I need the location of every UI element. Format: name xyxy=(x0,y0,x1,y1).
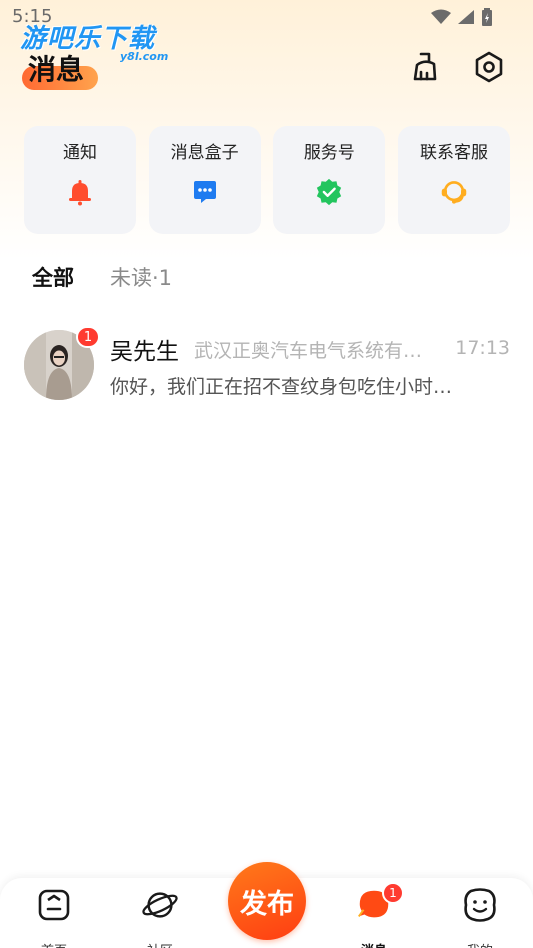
battery-icon xyxy=(482,8,492,26)
quick-cards: 通知 消息盒子 服务号 联系客服 xyxy=(24,126,510,234)
headset-icon xyxy=(440,178,468,206)
tab-unread[interactable]: 未读·1 xyxy=(110,262,172,292)
card-message-box[interactable]: 消息盒子 xyxy=(148,126,261,234)
nav-label: 首页 xyxy=(24,940,84,948)
message-preview: 你好，我们正在招不查纹身包吃住小时… xyxy=(110,376,453,398)
sender-name: 吴先生 xyxy=(110,339,179,365)
sender-company: 武汉正奥汽车电气系统有… xyxy=(194,340,423,362)
nav-messages-badge: 1 xyxy=(382,882,404,904)
card-label: 联系客服 xyxy=(419,143,488,163)
status-icons xyxy=(431,8,493,26)
clean-broom-button[interactable] xyxy=(406,48,444,86)
card-label: 通知 xyxy=(63,143,97,163)
face-icon xyxy=(461,886,499,924)
nav-label: 我的 xyxy=(450,940,510,948)
nav-label: 消息 xyxy=(344,940,404,948)
card-label: 服务号 xyxy=(303,143,355,163)
nav-community[interactable]: 社区 xyxy=(130,886,190,948)
planet-icon xyxy=(141,886,179,924)
signal-icon xyxy=(458,10,474,24)
message-tabs: 全部 未读·1 xyxy=(32,262,172,292)
card-label: 消息盒子 xyxy=(170,143,239,163)
unread-badge: 1 xyxy=(76,326,100,348)
broom-icon xyxy=(413,52,437,81)
nav-label: 社区 xyxy=(130,940,190,948)
card-service-account[interactable]: 服务号 xyxy=(273,126,386,234)
chat-bubble-icon xyxy=(191,178,219,206)
publish-label: 发布 xyxy=(240,888,294,920)
wifi-icon xyxy=(431,9,451,24)
publish-button[interactable]: 发布 xyxy=(228,862,306,940)
tab-all[interactable]: 全部 xyxy=(32,262,74,292)
card-customer-service[interactable]: 联系客服 xyxy=(397,126,510,234)
settings-button[interactable] xyxy=(470,48,508,86)
settings-icon xyxy=(475,51,503,83)
card-notification[interactable]: 通知 xyxy=(24,126,136,234)
bell-icon xyxy=(66,178,94,206)
nav-mine[interactable]: 我的 xyxy=(450,886,510,948)
nav-home[interactable]: 首页 xyxy=(24,886,84,948)
home-icon xyxy=(35,886,73,924)
message-time: 17:13 xyxy=(455,337,510,359)
list-item[interactable]: 1 吴先生 武汉正奥汽车电气系统有… 17:13 你好，我们正在招不查纹身包吃住… xyxy=(24,326,510,406)
verified-badge-icon xyxy=(315,178,343,206)
watermark-subtitle: y8l.com xyxy=(120,50,169,63)
page-title: 消息 xyxy=(28,53,85,86)
